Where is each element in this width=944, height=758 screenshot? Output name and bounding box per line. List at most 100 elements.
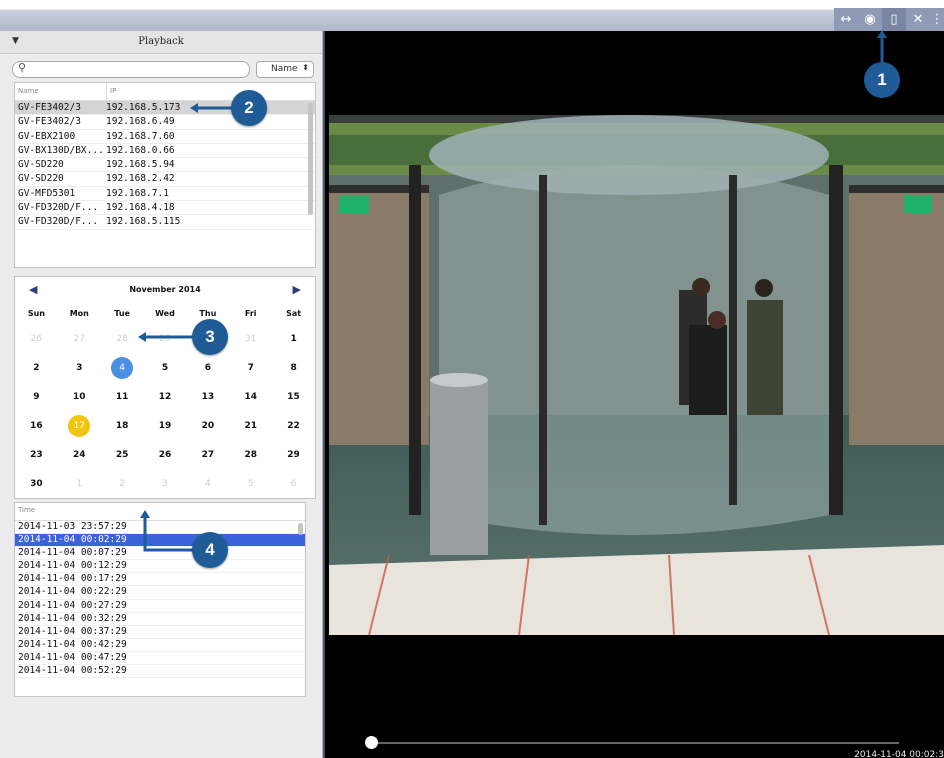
calendar-day[interactable]: 6	[272, 469, 315, 498]
calendar-day[interactable]: 8	[272, 353, 315, 382]
calendar-day[interactable]: 6	[186, 353, 229, 382]
time-row[interactable]: 2014-11-04 00:32:29	[15, 613, 305, 626]
calendar-day[interactable]: 27	[186, 440, 229, 469]
calendar-day[interactable]: 28	[229, 440, 272, 469]
device-list-header: Name IP	[15, 83, 315, 101]
calendar-day[interactable]: 1	[272, 324, 315, 353]
device-name: GV-SD220	[18, 173, 64, 185]
device-row[interactable]: GV-FE3402/3 192.168.6.49	[15, 115, 315, 130]
calendar-day[interactable]: 12	[144, 382, 187, 411]
device-list: Name IP GV-FE3402/3 192.168.5.173 GV-FE340…	[14, 82, 316, 268]
device-row[interactable]: GV-FE3402/3 192.168.5.173	[15, 101, 315, 116]
device-row[interactable]: GV-EBX2100 192.168.7.60	[15, 130, 315, 144]
column-header-ip[interactable]: IP	[106, 83, 116, 100]
device-name: GV-BX130D/BX...	[18, 144, 104, 156]
calendar-day[interactable]: 9	[15, 382, 58, 411]
calendar-day[interactable]: 11	[101, 382, 144, 411]
calendar-day[interactable]: 18	[101, 411, 144, 440]
time-row[interactable]: 2014-11-04 00:42:29	[15, 639, 305, 652]
tools-icon[interactable]: ✕	[906, 8, 930, 31]
calendar-day[interactable]: 4	[101, 353, 144, 382]
time-row[interactable]: 2014-11-04 00:22:29	[15, 586, 305, 600]
eye-icon[interactable]: ◉	[858, 8, 882, 31]
today-marker: 17	[68, 414, 91, 437]
device-row[interactable]: GV-MFD5301 192.168.7.1	[15, 187, 315, 202]
weekday-header: Tue	[114, 309, 130, 318]
calendar-day[interactable]: 26	[144, 440, 187, 469]
time-row[interactable]: 2014-11-04 00:47:29	[15, 652, 305, 666]
calendar-day[interactable]: 13	[186, 382, 229, 411]
callout-badge-4: 4	[192, 532, 228, 568]
sort-select[interactable]: Name ⬍	[256, 61, 314, 78]
grip-icon[interactable]: ⋮	[930, 8, 944, 31]
device-name: GV-FE3402/3	[18, 116, 81, 128]
calendar-day[interactable]: 24	[58, 440, 101, 469]
device-ip: 192.168.6.49	[106, 116, 175, 128]
calendar-day[interactable]: 29	[144, 324, 187, 353]
time-row[interactable]: 2014-11-04 00:07:29	[15, 547, 305, 561]
device-list-scrollbar[interactable]	[308, 103, 313, 215]
weekday-header: Sat	[286, 309, 302, 318]
calendar-day[interactable]: 29	[272, 440, 315, 469]
chevron-updown-icon: ⬍	[302, 63, 309, 72]
device-name: GV-EBX2100	[18, 130, 76, 142]
calendar-day[interactable]: 28	[101, 324, 144, 353]
time-row[interactable]: 2014-11-04 00:37:29	[15, 626, 305, 639]
calendar-day[interactable]: 21	[229, 411, 272, 440]
search-icon: ⚲	[18, 61, 27, 74]
calendar-day[interactable]: 31	[229, 324, 272, 353]
device-ip: 192.168.7.60	[106, 130, 175, 142]
device-row[interactable]: GV-BX130D/BX... 192.168.0.66	[15, 144, 315, 159]
calendar: ◀ November 2014 ▶ Sun Mon Tue Wed Thu Fri Sat 2…	[14, 276, 316, 499]
video-viewer[interactable]: 2014-11-04 00:02:3	[323, 31, 944, 758]
calendar-day[interactable]: 30	[15, 469, 58, 498]
calendar-day[interactable]: 23	[15, 440, 58, 469]
calendar-day[interactable]: 3	[58, 353, 101, 382]
time-row[interactable]: 2014-11-04 00:17:29	[15, 573, 305, 587]
playback-icon[interactable]: ▯	[882, 8, 906, 31]
calendar-day[interactable]: 5	[229, 469, 272, 498]
device-ip: 192.168.0.66	[106, 144, 175, 156]
time-row[interactable]: 2014-11-04 00:52:29	[15, 665, 305, 679]
calendar-day[interactable]: 25	[101, 440, 144, 469]
next-month-arrow-icon[interactable]: ▶	[293, 283, 301, 296]
calendar-day[interactable]: 27	[58, 324, 101, 353]
time-row[interactable]: 2014-11-04 00:02:29	[15, 534, 305, 548]
toolbar: ↔ ◉ ▯ ✕ ⋮	[834, 8, 944, 31]
column-header-name[interactable]: Name	[18, 87, 39, 95]
seek-handle[interactable]	[365, 736, 378, 749]
calendar-day[interactable]: 1	[58, 469, 101, 498]
calendar-day[interactable]: 22	[272, 411, 315, 440]
search-input[interactable]: ⚲	[12, 61, 250, 78]
calendar-day[interactable]: 5	[144, 353, 187, 382]
video-timestamp: 2014-11-04 00:02:3	[854, 750, 944, 758]
device-row[interactable]: GV-FD320D/F... 192.168.5.115	[15, 215, 315, 230]
device-name: GV-SD220	[18, 159, 64, 171]
calendar-day[interactable]: 26	[15, 324, 58, 353]
device-row[interactable]: GV-FD320D/F... 192.168.4.18	[15, 201, 315, 216]
calendar-day[interactable]: 10	[58, 382, 101, 411]
calendar-day[interactable]: 16	[15, 411, 58, 440]
calendar-day[interactable]: 2	[101, 469, 144, 498]
calendar-day[interactable]: 17	[58, 411, 101, 440]
device-row[interactable]: GV-SD220 192.168.2.42	[15, 172, 315, 187]
time-row[interactable]: 2014-11-03 23:57:29	[15, 521, 305, 535]
calendar-day[interactable]: 7	[229, 353, 272, 382]
seek-bar[interactable]	[369, 742, 899, 744]
callout-badge-1: 1	[864, 62, 900, 98]
panel-header: ▼ Playback	[0, 31, 322, 54]
calendar-day[interactable]: 3	[144, 469, 187, 498]
calendar-day[interactable]: 2	[15, 353, 58, 382]
time-row[interactable]: 2014-11-04 00:27:29	[15, 600, 305, 613]
calendar-day[interactable]: 14	[229, 382, 272, 411]
time-list-scrollbar[interactable]	[298, 523, 303, 535]
calendar-day[interactable]: 4	[186, 469, 229, 498]
calendar-day[interactable]: 15	[272, 382, 315, 411]
device-ip: 192.168.2.42	[106, 173, 175, 185]
time-row[interactable]: 2014-11-04 00:12:29	[15, 560, 305, 574]
device-row[interactable]: GV-SD220 192.168.5.94	[15, 158, 315, 173]
fit-icon[interactable]: ↔	[834, 8, 858, 31]
calendar-day[interactable]: 20	[186, 411, 229, 440]
device-name: GV-FE3402/3	[18, 102, 81, 113]
calendar-day[interactable]: 19	[144, 411, 187, 440]
